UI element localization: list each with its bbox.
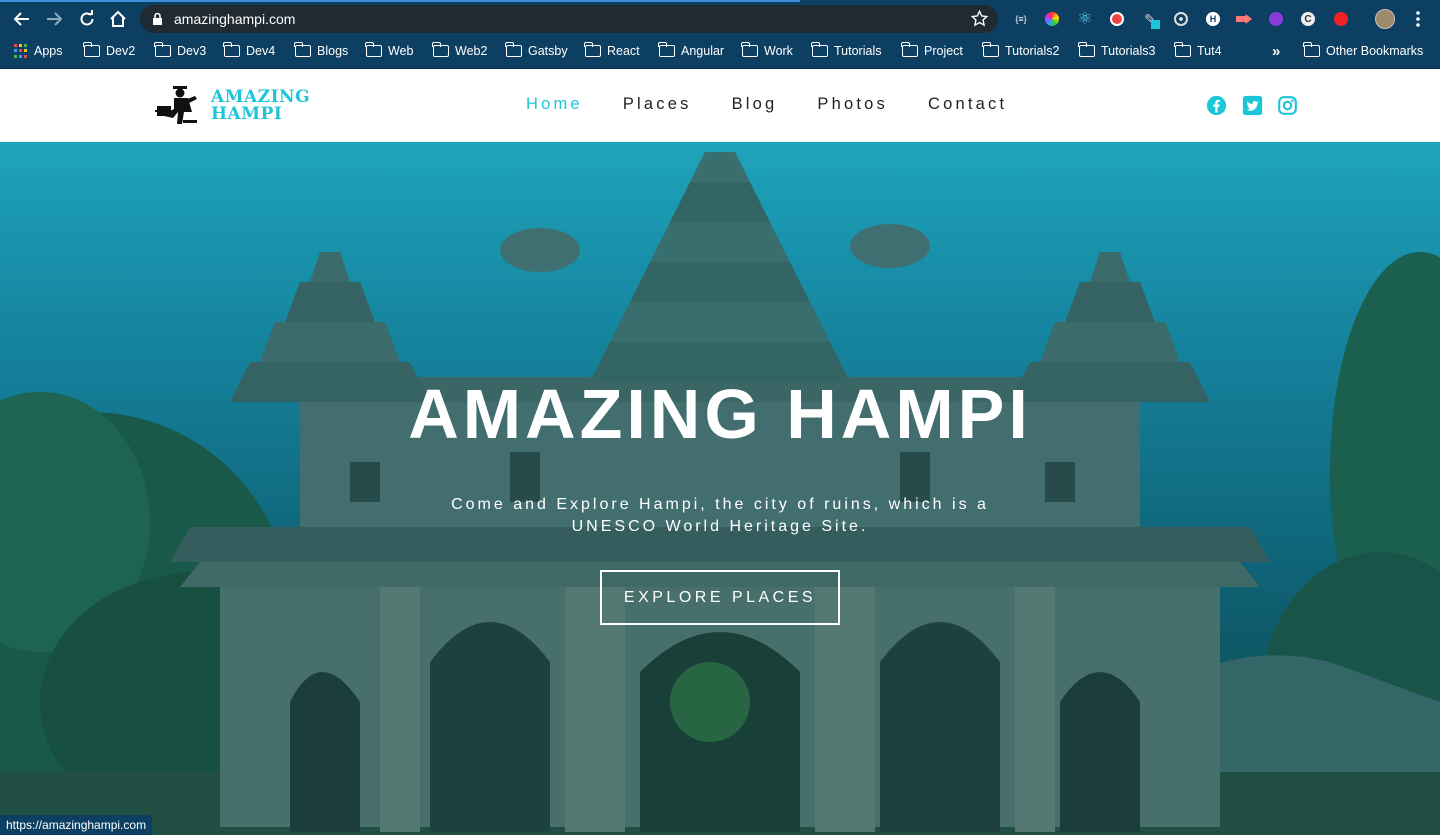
back-button[interactable] [11, 8, 33, 30]
kebab-menu-icon [1416, 11, 1420, 27]
folder-icon [505, 42, 522, 57]
folder-icon [365, 42, 382, 57]
hero-subtitle: Come and Explore Hampi, the city of ruin… [451, 496, 989, 535]
bookmark-folder[interactable]: Tutorials2 [982, 37, 1059, 65]
lock-icon [153, 12, 162, 25]
reload-icon [80, 10, 94, 26]
bookmark-folder[interactable]: Work [741, 37, 793, 65]
folder-icon [741, 42, 758, 57]
arrow-right-icon [47, 12, 63, 26]
purple-circle-icon[interactable] [1266, 9, 1286, 29]
browser-toolbar: amazinghampi.com {≡} ⚛ ✎ H C [0, 0, 1440, 37]
bookmark-folder[interactable]: Web [365, 37, 413, 65]
forward-button[interactable] [43, 8, 65, 30]
arrow-icon[interactable] [1234, 9, 1254, 29]
arrow-left-icon [13, 12, 29, 26]
address-bar[interactable]: amazinghampi.com [140, 5, 998, 33]
red-hand-icon[interactable] [1331, 9, 1351, 29]
folder-icon [811, 42, 828, 57]
folder-icon [1174, 42, 1191, 57]
bookmarks-overflow-button[interactable]: » [1272, 37, 1280, 65]
nav-home[interactable]: Home [526, 95, 583, 114]
folder-icon [982, 42, 999, 57]
bookmark-folder[interactable]: Project [901, 37, 963, 65]
santa-icon[interactable] [1107, 9, 1127, 29]
page-load-progress [0, 0, 800, 2]
nav-photos[interactable]: Photos [817, 95, 888, 114]
react-devtools-icon[interactable]: ⚛ [1075, 9, 1095, 29]
apps-grid-icon [14, 44, 28, 58]
logo-line-2: HAMPI [211, 104, 283, 124]
nav-places[interactable]: Places [623, 95, 692, 114]
json-icon[interactable]: {≡} [1011, 9, 1031, 29]
folder-icon [1303, 42, 1320, 57]
link-status-bubble: https://amazinghampi.com [0, 815, 153, 835]
twitter-icon[interactable] [1242, 95, 1263, 116]
bookmarks-bar: Apps Dev2 Dev3 Dev4 Blogs Web Web2 Gatsb… [0, 37, 1440, 69]
explore-places-button[interactable]: EXPLORE PLACES [600, 570, 840, 625]
facebook-icon[interactable] [1206, 95, 1227, 116]
bookmark-folder[interactable]: Blogs [294, 37, 348, 65]
instagram-icon[interactable] [1277, 95, 1298, 116]
bookmark-folder[interactable]: Gatsby [505, 37, 568, 65]
bookmark-folder[interactable]: Tut4 [1174, 37, 1222, 65]
folder-icon [584, 42, 601, 57]
profile-avatar[interactable] [1375, 9, 1395, 29]
folder-icon [432, 42, 449, 57]
bookmark-folder[interactable]: Dev2 [83, 37, 135, 65]
folder-icon [154, 42, 171, 57]
hero-title: AMAZING HAMPI [408, 375, 1032, 453]
main-nav: Home Places Blog Photos Contact [526, 95, 1047, 114]
other-bookmarks[interactable]: Other Bookmarks [1303, 37, 1423, 65]
bookmark-folder[interactable]: Dev3 [154, 37, 206, 65]
target-icon[interactable] [1171, 9, 1191, 29]
menu-button[interactable] [1408, 9, 1428, 29]
bookmark-folder[interactable]: Angular [658, 37, 724, 65]
c-icon[interactable]: C [1298, 9, 1318, 29]
color-wheel-icon[interactable] [1042, 9, 1062, 29]
folder-icon [294, 42, 311, 57]
address-url: amazinghampi.com [174, 11, 296, 27]
pen-icon[interactable]: ✎ [1140, 9, 1160, 29]
bookmark-folder[interactable]: Dev4 [223, 37, 275, 65]
h-icon[interactable]: H [1203, 9, 1223, 29]
bookmark-folder[interactable]: Web2 [432, 37, 487, 65]
bookmark-folder[interactable]: Tutorials [811, 37, 881, 65]
folder-icon [901, 42, 918, 57]
lotus-mahal-photo [0, 142, 1440, 835]
home-icon [110, 10, 126, 27]
folder-icon [1078, 42, 1095, 57]
bookmark-apps[interactable]: Apps [14, 37, 63, 65]
hero-section: AMAZING HAMPI Come and Explore Hampi, th… [0, 142, 1440, 835]
folder-icon [658, 42, 675, 57]
bookmark-folder[interactable]: React [584, 37, 640, 65]
bookmark-folder[interactable]: Tutorials3 [1078, 37, 1155, 65]
folder-icon [83, 42, 100, 57]
site-header: AMAZING HAMPI Home Places Blog Photos Co… [0, 69, 1440, 142]
nav-blog[interactable]: Blog [732, 95, 778, 114]
folder-icon [223, 42, 240, 57]
reload-button[interactable] [76, 8, 98, 30]
nav-contact[interactable]: Contact [928, 95, 1007, 114]
home-button[interactable] [107, 8, 129, 30]
site-logo[interactable]: AMAZING HAMPI [155, 86, 310, 126]
running-businessman-icon [155, 86, 197, 124]
bookmark-star-icon[interactable] [971, 10, 988, 27]
